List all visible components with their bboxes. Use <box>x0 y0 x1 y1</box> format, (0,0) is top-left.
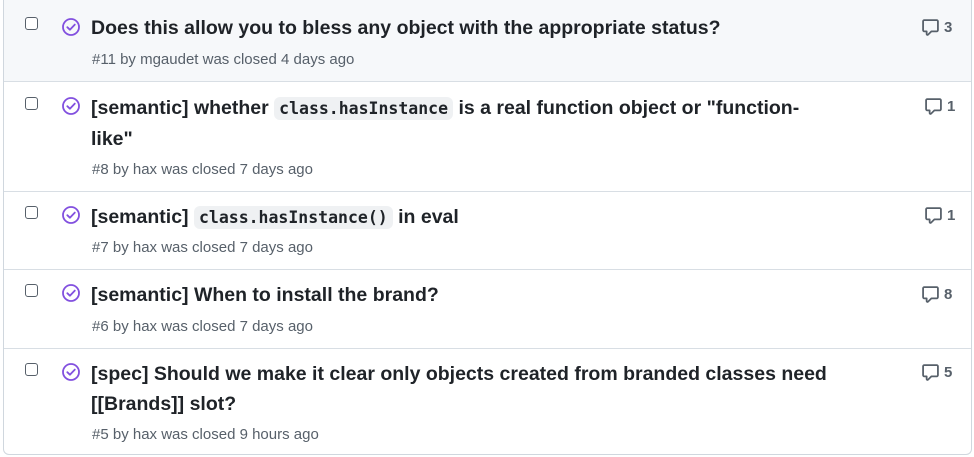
issue-list: Does this allow you to bless any object … <box>3 0 972 455</box>
issue-title-link[interactable]: [spec] Should we make it clear only obje… <box>91 359 831 419</box>
issue-row[interactable]: [spec] Should we make it clear only obje… <box>4 348 971 454</box>
select-checkbox[interactable] <box>25 363 38 376</box>
comment-icon <box>922 19 939 36</box>
comment-count: 5 <box>944 364 953 381</box>
inline-code: class.hasInstance() <box>193 206 393 229</box>
issue-title-link[interactable]: Does this allow you to bless any object … <box>91 13 831 43</box>
comment-count: 8 <box>944 286 953 303</box>
issue-row[interactable]: [semantic] class.hasInstance() in eval #… <box>4 191 971 269</box>
comment-icon <box>925 98 942 115</box>
select-checkbox[interactable] <box>25 17 38 30</box>
comment-count-link[interactable]: 5 <box>921 363 952 382</box>
issue-meta: #11 by mgaudet was closed 4 days ago <box>92 51 355 68</box>
comment-count: 3 <box>944 19 953 36</box>
select-checkbox[interactable] <box>25 284 38 297</box>
issue-row[interactable]: [semantic] whether class.hasInstance is … <box>4 81 971 191</box>
issue-closed-check-icon <box>62 206 80 224</box>
issue-closed-check-icon <box>62 97 80 115</box>
issue-title-link[interactable]: [semantic] whether class.hasInstance is … <box>91 93 831 154</box>
issue-closed-check-icon <box>62 284 80 302</box>
issue-row[interactable]: [semantic] When to install the brand? #6… <box>4 269 971 348</box>
select-checkbox[interactable] <box>25 97 38 110</box>
issue-meta: #6 by hax was closed 7 days ago <box>92 318 313 335</box>
issue-title-link[interactable]: [semantic] class.hasInstance() in eval <box>91 202 831 233</box>
comment-count-link[interactable]: 1 <box>924 97 955 116</box>
comment-icon <box>925 207 942 224</box>
issue-row[interactable]: Does this allow you to bless any object … <box>4 0 971 81</box>
comment-count: 1 <box>947 207 956 224</box>
issue-closed-check-icon <box>62 18 80 36</box>
issue-closed-check-icon <box>62 363 80 381</box>
issue-meta: #5 by hax was closed 9 hours ago <box>92 426 319 443</box>
inline-code: class.hasInstance <box>274 97 454 120</box>
issue-meta: #7 by hax was closed 7 days ago <box>92 239 313 256</box>
comment-count-link[interactable]: 8 <box>921 285 952 304</box>
select-checkbox[interactable] <box>25 206 38 219</box>
comment-count-link[interactable]: 3 <box>921 18 952 37</box>
comment-count-link[interactable]: 1 <box>924 206 955 225</box>
comment-icon <box>922 286 939 303</box>
issue-title-link[interactable]: [semantic] When to install the brand? <box>91 280 831 310</box>
comment-count: 1 <box>947 98 956 115</box>
comment-icon <box>922 364 939 381</box>
issue-meta: #8 by hax was closed 7 days ago <box>92 161 313 178</box>
